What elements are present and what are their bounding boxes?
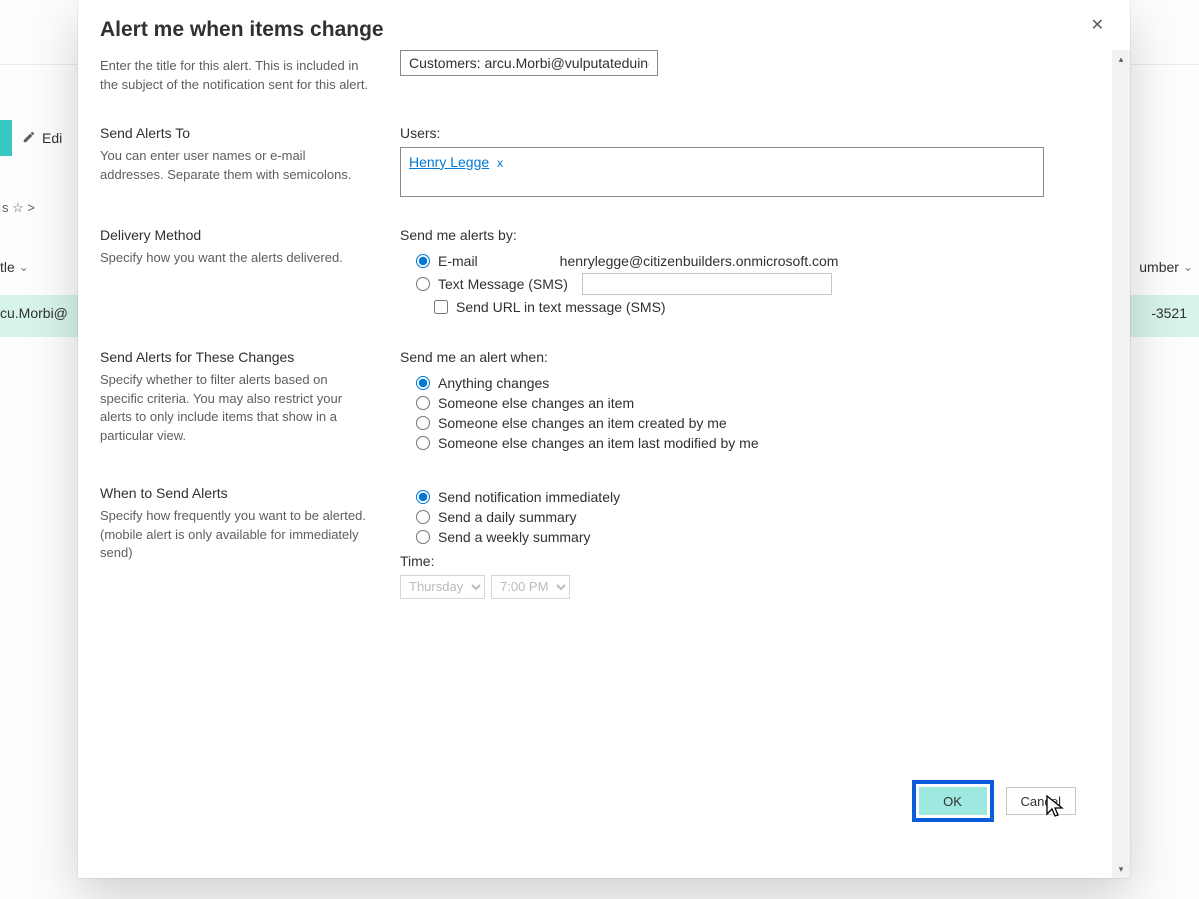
changes-opt2-label: Someone else changes an item <box>438 395 634 411</box>
column-header-title[interactable]: tle ⌄ <box>0 259 29 275</box>
scroll-down-icon[interactable]: ▾ <box>1112 860 1130 878</box>
changes-opt1-radio[interactable] <box>416 376 430 390</box>
delivery-email-label: E-mail <box>438 253 478 269</box>
ok-button-highlight: OK <box>912 780 994 822</box>
changes-opt1-label: Anything changes <box>438 375 549 391</box>
section-when-heading: When to Send Alerts <box>100 485 372 501</box>
dialog-scrollbar[interactable]: ▴ ▾ <box>1112 50 1130 878</box>
changes-opt2-radio[interactable] <box>416 396 430 410</box>
section-changes-heading: Send Alerts for These Changes <box>100 349 372 365</box>
day-select[interactable]: Thursday <box>400 575 485 599</box>
when-opt2-radio[interactable] <box>416 510 430 524</box>
section-when-desc: Specify how frequently you want to be al… <box>100 507 372 564</box>
send-url-label: Send URL in text message (SMS) <box>456 299 666 315</box>
time-select[interactable]: 7:00 PM <box>491 575 570 599</box>
column-header-title-text: tle <box>0 259 15 275</box>
changes-opt4-label: Someone else changes an item last modifi… <box>438 435 759 451</box>
alert-title-input[interactable] <box>400 50 658 76</box>
delivery-email-radio[interactable] <box>416 254 430 268</box>
when-opt3-label: Send a weekly summary <box>438 529 591 545</box>
send-url-checkbox[interactable] <box>434 300 448 314</box>
changes-opt3-label: Someone else changes an item created by … <box>438 415 727 431</box>
ok-button[interactable]: OK <box>919 787 987 815</box>
close-icon[interactable]: ✕ <box>1087 14 1108 38</box>
column-header-number[interactable]: umber ⌄ <box>1139 259 1193 275</box>
user-chip[interactable]: Henry Legge <box>409 154 489 170</box>
edit-label: Edi <box>42 130 62 146</box>
delivery-label: Send me alerts by: <box>400 227 1102 243</box>
chevron-down-icon: ⌄ <box>19 260 29 274</box>
time-label: Time: <box>400 553 1102 569</box>
users-label: Users: <box>400 125 1102 141</box>
changes-opt3-radio[interactable] <box>416 416 430 430</box>
row-cell-number: -3521 <box>1151 305 1187 321</box>
background-breadcrumb: s ☆ > <box>0 200 35 216</box>
when-opt1-label: Send notification immediately <box>438 489 620 505</box>
dialog-header: Alert me when items change ✕ <box>78 0 1130 50</box>
section-delivery-desc: Specify how you want the alerts delivere… <box>100 249 372 268</box>
delivery-sms-radio[interactable] <box>416 277 430 291</box>
users-people-picker[interactable]: Henry Legge x <box>400 147 1044 197</box>
delivery-email-value: henrylegge@citizenbuilders.onmicrosoft.c… <box>560 253 839 269</box>
changes-label: Send me an alert when: <box>400 349 1102 365</box>
dialog-body: Alert Title Enter the title for this ale… <box>78 50 1112 878</box>
dialog-footer: OK Cancel <box>912 780 1076 822</box>
section-alert-title-heading: Alert Title <box>100 50 372 51</box>
when-opt1-radio[interactable] <box>416 490 430 504</box>
accent-bar <box>0 120 12 156</box>
sms-number-input[interactable] <box>582 273 832 295</box>
dialog-title: Alert me when items change <box>100 18 1087 42</box>
cancel-button[interactable]: Cancel <box>1006 787 1076 815</box>
delivery-sms-label: Text Message (SMS) <box>438 276 568 292</box>
section-changes-desc: Specify whether to filter alerts based o… <box>100 371 372 446</box>
changes-opt4-radio[interactable] <box>416 436 430 450</box>
when-opt2-label: Send a daily summary <box>438 509 577 525</box>
alert-dialog: Alert me when items change ✕ Alert Title… <box>78 0 1130 878</box>
column-header-number-text: umber <box>1139 259 1179 275</box>
section-alert-title-desc: Enter the title for this alert. This is … <box>100 57 372 95</box>
row-cell-email: cu.Morbi@ <box>0 305 68 321</box>
chevron-down-icon: ⌄ <box>1183 260 1193 274</box>
when-opt3-radio[interactable] <box>416 530 430 544</box>
scroll-up-icon[interactable]: ▴ <box>1112 50 1130 68</box>
remove-user-icon[interactable]: x <box>497 156 503 170</box>
background-toolbar: Edi <box>0 120 62 156</box>
section-send-to-heading: Send Alerts To <box>100 125 372 141</box>
section-delivery-heading: Delivery Method <box>100 227 372 243</box>
edit-icon <box>22 130 36 147</box>
section-send-to-desc: You can enter user names or e-mail addre… <box>100 147 372 185</box>
